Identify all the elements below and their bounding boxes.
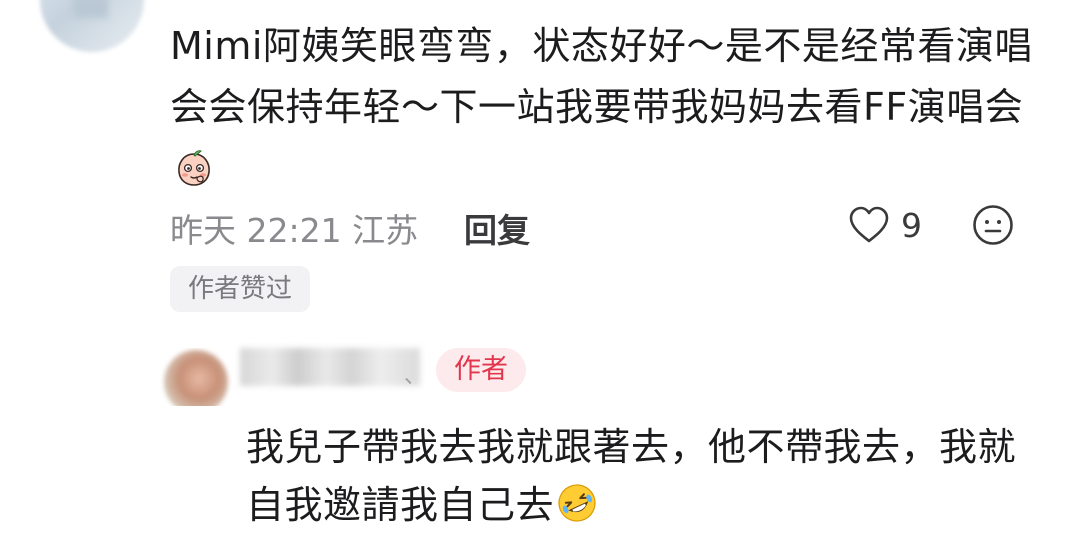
comment-text: Mimi阿姨笑眼弯弯，状态好好～是不是经常看演唱会会保持年轻～下一站我要带我妈妈… bbox=[170, 24, 1033, 129]
author-avatar[interactable] bbox=[156, 348, 232, 406]
comment-meta-row: 昨天 22:21 江苏 回复 9 bbox=[170, 198, 1050, 252]
author-username-blurred[interactable] bbox=[240, 348, 420, 386]
comment-time-location: 昨天 22:21 江苏 bbox=[170, 211, 419, 250]
reply-body: 我兒子帶我去我就跟著去，他不帶我去，我就自我邀請我自己去 bbox=[246, 418, 1046, 534]
reply-text: 我兒子帶我去我就跟著去，他不帶我去，我就自我邀請我自己去 bbox=[246, 425, 1017, 527]
author-liked-tag: 作者赞过 bbox=[170, 266, 311, 312]
author-badge: 作者 bbox=[436, 348, 526, 392]
reply-button[interactable]: 回复 bbox=[464, 204, 530, 252]
like-count: 9 bbox=[901, 205, 922, 245]
commenter-avatar[interactable] bbox=[40, 0, 144, 52]
author-username-tail: 、 bbox=[404, 364, 427, 389]
heart-outline-icon bbox=[849, 206, 889, 243]
comment-body: Mimi阿姨笑眼弯弯，状态好好～是不是经常看演唱会会保持年轻～下一站我要带我妈妈… bbox=[170, 16, 1050, 199]
like-button[interactable]: 9 bbox=[847, 202, 922, 248]
rofl-emoji-icon bbox=[558, 484, 596, 522]
peach-shy-emoji-icon bbox=[178, 150, 210, 186]
face-reaction-icon[interactable] bbox=[972, 204, 1014, 246]
